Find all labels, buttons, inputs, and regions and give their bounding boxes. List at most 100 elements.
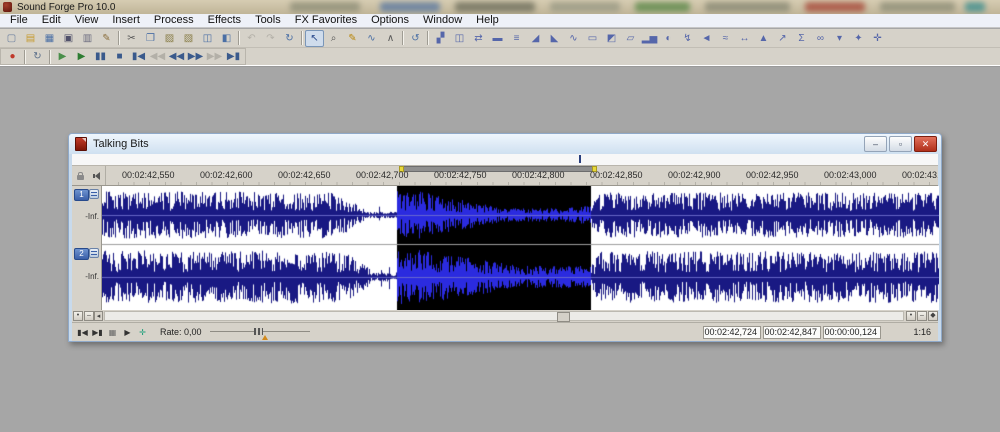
- menu-effects[interactable]: Effects: [201, 14, 248, 27]
- undo-icon[interactable]: ↶: [242, 30, 261, 47]
- play-all-button[interactable]: ▶: [53, 48, 72, 65]
- cut-icon[interactable]: ✂: [122, 30, 141, 47]
- zoom-out-level-button[interactable]: •: [906, 311, 916, 321]
- refresh-icon[interactable]: ↺: [406, 30, 425, 47]
- go-to-end-button[interactable]: ▶▮: [224, 48, 243, 65]
- trim-icon[interactable]: ◧: [217, 30, 236, 47]
- rewind-button[interactable]: ◀◀: [167, 48, 186, 65]
- go-to-end-button[interactable]: ▶▮: [90, 326, 105, 339]
- volume-icon[interactable]: ▲: [754, 30, 773, 47]
- mix-icon[interactable]: ◫: [198, 30, 217, 47]
- paste-icon[interactable]: ▨: [160, 30, 179, 47]
- scrollbar-thumb[interactable]: [557, 312, 570, 322]
- save-all-icon[interactable]: ▣: [59, 30, 78, 47]
- resample-icon[interactable]: ↯: [678, 30, 697, 47]
- loop-region-bar[interactable]: [401, 166, 595, 172]
- play-button[interactable]: ▶: [72, 48, 91, 65]
- menu-insert[interactable]: Insert: [105, 14, 147, 27]
- menu-window[interactable]: Window: [416, 14, 469, 27]
- pencil-tool-icon[interactable]: ✎: [343, 30, 362, 47]
- selection-end-display[interactable]: 00:02:42,847: [763, 326, 821, 339]
- magnify-tool-icon[interactable]: ⌕: [324, 30, 343, 47]
- channel-2-button[interactable]: 2: [74, 248, 89, 260]
- play-normal-button[interactable]: ▶: [120, 326, 135, 339]
- fade-out-icon[interactable]: ◣: [545, 30, 564, 47]
- auto-trim-icon[interactable]: ▞: [431, 30, 450, 47]
- channel-2-options-button[interactable]: [89, 248, 99, 258]
- zoom-out-time-button[interactable]: •: [73, 311, 83, 321]
- menu-help[interactable]: Help: [469, 14, 506, 27]
- channel-1-options-button[interactable]: [89, 189, 99, 199]
- bit-depth-icon[interactable]: ◫: [450, 30, 469, 47]
- envelope-tool-icon[interactable]: ∿: [362, 30, 381, 47]
- stop-button[interactable]: ■: [110, 48, 129, 65]
- next-marker-button[interactable]: ▶▶: [205, 48, 224, 65]
- overview-cursor[interactable]: [579, 155, 581, 163]
- zoom-tool-icon[interactable]: ∧: [381, 30, 400, 47]
- speaker-icon[interactable]: [91, 172, 100, 180]
- statistics-icon[interactable]: Σ: [792, 30, 811, 47]
- dc-offset-icon[interactable]: ▬: [488, 30, 507, 47]
- time-stretch-icon[interactable]: ↔: [735, 30, 754, 47]
- insert-silence-icon[interactable]: ▭: [583, 30, 602, 47]
- menu-edit[interactable]: Edit: [35, 14, 68, 27]
- paste-special-icon[interactable]: ▧: [179, 30, 198, 47]
- save-icon[interactable]: ▦: [40, 30, 59, 47]
- pause-button[interactable]: ▮▮: [91, 48, 110, 65]
- record-button[interactable]: ●: [3, 48, 22, 65]
- minimize-button[interactable]: –: [864, 136, 887, 152]
- previous-marker-button[interactable]: ◀◀: [148, 48, 167, 65]
- repeat-icon[interactable]: ↻: [280, 30, 299, 47]
- normalize-icon[interactable]: ▂▅: [640, 30, 659, 47]
- loop-playback-button[interactable]: ↻: [28, 48, 47, 65]
- fade-in-icon[interactable]: ◢: [526, 30, 545, 47]
- waveform-canvas[interactable]: [102, 186, 939, 310]
- scrollbar-track[interactable]: [104, 311, 904, 321]
- waveform-area[interactable]: [102, 186, 939, 310]
- lock-icon[interactable]: [77, 175, 84, 180]
- menu-options[interactable]: Options: [364, 14, 416, 27]
- invert-icon[interactable]: ◩: [602, 30, 621, 47]
- more-tools-icon[interactable]: ✛: [868, 30, 887, 47]
- go-to-start-button[interactable]: ▮◀: [129, 48, 148, 65]
- redo-icon[interactable]: ↷: [261, 30, 280, 47]
- pitch-bend-icon[interactable]: ↗: [773, 30, 792, 47]
- edit-tool-icon[interactable]: ↖: [305, 30, 324, 47]
- time-ruler[interactable]: 00:02:42,55000:02:42,60000:02:42,65000:0…: [106, 166, 938, 185]
- fast-forward-button[interactable]: ▶▶: [186, 48, 205, 65]
- smooth-icon[interactable]: ≈: [716, 30, 735, 47]
- menu-tools[interactable]: Tools: [248, 14, 288, 27]
- cursor-position-display[interactable]: 00:02:42,724: [703, 326, 761, 339]
- render-as-icon[interactable]: ▥: [78, 30, 97, 47]
- marker-icon[interactable]: ▾: [830, 30, 849, 47]
- spectrum-icon[interactable]: ✦: [849, 30, 868, 47]
- document-titlebar[interactable]: Talking Bits –▫✕: [69, 134, 941, 154]
- selection-length-display[interactable]: 00:00:00,124: [823, 326, 881, 339]
- menu-file[interactable]: File: [3, 14, 35, 27]
- zoom-in-level-button[interactable]: –: [917, 311, 927, 321]
- new-file-icon[interactable]: ▢: [2, 30, 21, 47]
- plugin-chain-icon[interactable]: ∞: [811, 30, 830, 47]
- menu-fx-favorites[interactable]: FX Favorites: [288, 14, 364, 27]
- menu-process[interactable]: Process: [147, 14, 201, 27]
- copy-icon[interactable]: ❐: [141, 30, 160, 47]
- zoom-fit-button[interactable]: ◆: [928, 311, 938, 321]
- publish-icon[interactable]: ✎: [97, 30, 116, 47]
- rate-slider[interactable]: [210, 326, 310, 339]
- rate-slider-handle[interactable]: [254, 328, 263, 335]
- stop-button[interactable]: ▦: [105, 326, 120, 339]
- overview-bar[interactable]: [72, 154, 938, 166]
- channel-1-button[interactable]: 1: [74, 189, 89, 201]
- menu-view[interactable]: View: [68, 14, 106, 27]
- channel-converter-icon[interactable]: ⇄: [469, 30, 488, 47]
- open-icon[interactable]: ▤: [21, 30, 40, 47]
- scroll-left-arrow[interactable]: ◂: [94, 311, 103, 321]
- insert-marker-button[interactable]: ✛: [135, 326, 150, 339]
- reverse-icon[interactable]: ◄: [697, 30, 716, 47]
- eq-icon[interactable]: ≡: [507, 30, 526, 47]
- close-button[interactable]: ✕: [914, 136, 937, 152]
- pan-expand-icon[interactable]: ◐: [659, 30, 678, 47]
- zoom-in-time-button[interactable]: –: [84, 311, 94, 321]
- restore-button[interactable]: ▫: [889, 136, 912, 152]
- graphic-fade-icon[interactable]: ∿: [564, 30, 583, 47]
